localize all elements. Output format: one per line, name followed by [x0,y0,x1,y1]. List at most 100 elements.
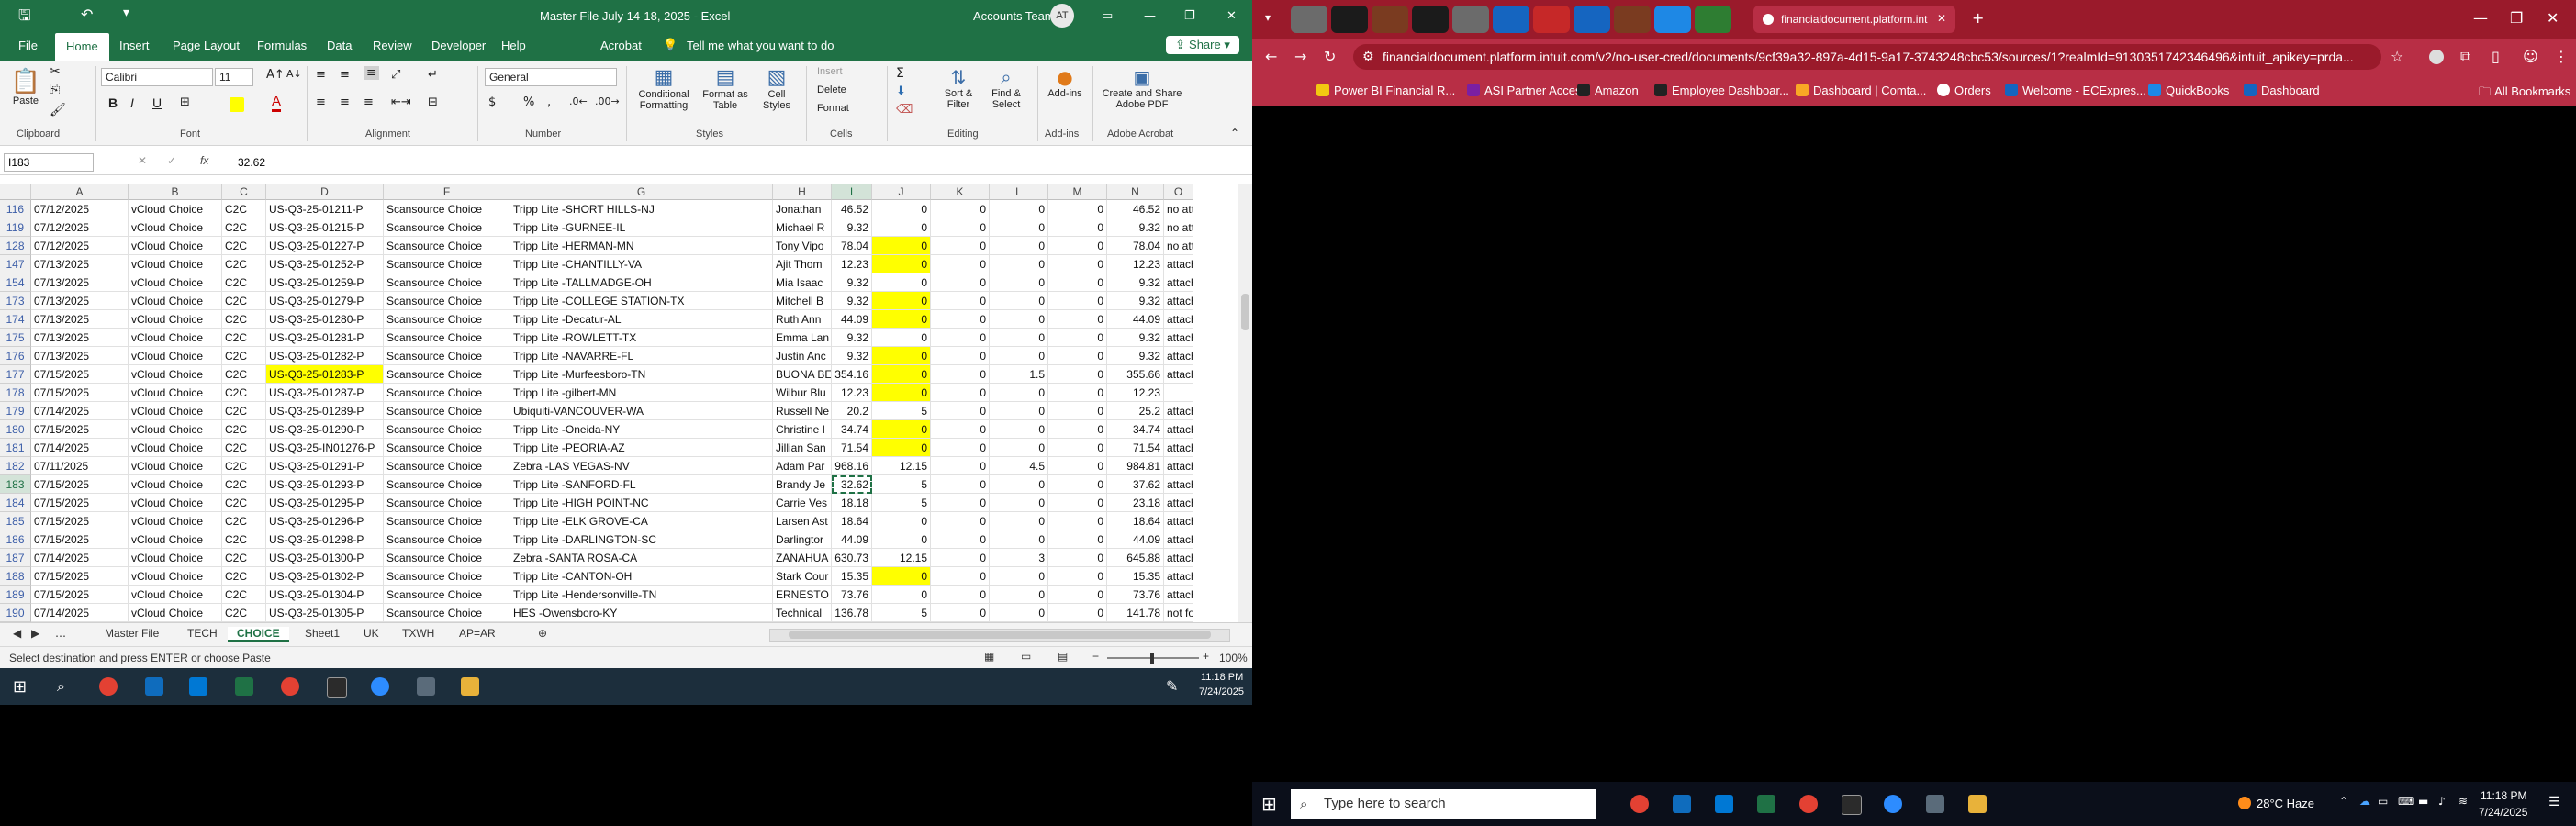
cell[interactable]: Tripp Lite -DARLINGTON-SC [510,530,773,549]
cell[interactable]: C2C [222,329,266,347]
cell[interactable]: C2C [222,255,266,273]
clear-icon[interactable]: ⌫ [896,103,913,117]
cell[interactable]: Tripp Lite -CHANTILLY-VA [510,255,773,273]
bookmark-quickbooks[interactable]: QuickBooks [2148,84,2229,97]
column-header-f[interactable]: F [384,184,510,200]
cell[interactable]: 3 [990,549,1048,567]
cell[interactable]: 1.5 [990,365,1048,384]
site-info-icon[interactable]: ⚙ [1362,44,1374,70]
cell[interactable]: 0 [931,439,990,457]
cell[interactable]: 0 [1048,200,1107,218]
cell[interactable]: C2C [222,512,266,530]
cell[interactable]: not found [1164,604,1193,622]
worksheet-grid[interactable]: A B C D F G H I J K L M N O 116 07/12/2025 vCloud Choice… [0,184,1238,622]
cell[interactable]: 0 [872,310,931,329]
taskbar-search[interactable]: ⌕ Type here to search [1291,789,1596,819]
column-header-n[interactable]: N [1107,184,1164,200]
cell[interactable]: 5 [872,494,931,512]
increase-font-icon[interactable]: A↑ [266,68,285,82]
cell[interactable]: 0 [872,530,931,549]
wifi-icon[interactable]: ≋ [2458,795,2468,808]
cell[interactable]: 0 [872,255,931,273]
cell[interactable]: 12.15 [872,549,931,567]
cell[interactable]: attachmen [1164,512,1193,530]
percent-icon[interactable]: % [523,95,534,109]
underline-button[interactable]: U [152,95,162,110]
edge-icon[interactable] [189,677,207,696]
cell[interactable]: Brandy Je [773,475,832,494]
cell[interactable]: 78.04 [1107,237,1164,255]
cell[interactable]: 0 [990,200,1048,218]
horizontal-scrollbar[interactable] [769,629,1230,642]
tab-page-layout[interactable]: Page Layout [167,39,245,52]
cell[interactable]: 07/14/2025 [31,604,129,622]
cell-styles-button[interactable]: ▧ Cell Styles [755,66,799,111]
cell[interactable]: vCloud Choice [129,292,222,310]
column-header-k[interactable]: K [931,184,990,200]
cell[interactable]: Scansource Choice [384,384,510,402]
bookmark-comta[interactable]: Dashboard | Comta... [1796,84,1926,97]
cell[interactable]: 20.2 [832,402,872,420]
cell[interactable]: 12.23 [832,384,872,402]
cell[interactable]: Scansource Choice [384,329,510,347]
cell[interactable]: US-Q3-25-01298-P [266,530,384,549]
pinned-tab[interactable] [1695,6,1731,33]
cell[interactable]: C2C [222,457,266,475]
cell[interactable]: 0 [1048,586,1107,604]
cell[interactable]: C2C [222,604,266,622]
row-header[interactable]: 119 [0,218,31,237]
cell[interactable]: 0 [1048,255,1107,273]
formula-input[interactable]: 32.62 [230,153,1248,172]
cell[interactable]: vCloud Choice [129,530,222,549]
all-bookmarks[interactable]: 🗀 All Bookmarks [2479,84,2570,104]
network-icon[interactable]: ⌨ [2398,795,2414,808]
cell[interactable]: 0 [1048,310,1107,329]
align-middle-icon[interactable]: ≡ [340,68,350,82]
close-tab-icon[interactable]: ✕ [1937,12,1946,25]
cell[interactable]: 0 [990,402,1048,420]
fill-color-icon[interactable] [230,97,244,112]
cell[interactable]: 0 [1048,457,1107,475]
tab-acrobat[interactable]: Acrobat [595,39,647,52]
cell[interactable]: 15.35 [832,567,872,586]
select-all-corner[interactable] [0,184,31,200]
cell[interactable]: 0 [1048,384,1107,402]
cell[interactable]: vCloud Choice [129,420,222,439]
cell[interactable]: Mitchell B [773,292,832,310]
cell[interactable]: ERNESTO [773,586,832,604]
taskbar-date[interactable]: 7/24/2025 [2479,806,2527,819]
row-header[interactable]: 147 [0,255,31,273]
cell[interactable]: 12.23 [1107,384,1164,402]
cell[interactable]: 07/13/2025 [31,329,129,347]
cell[interactable]: 07/12/2025 [31,237,129,255]
add-sheet-icon[interactable]: ⊕ [529,627,556,640]
number-format-dropdown[interactable]: General [485,68,617,86]
zoom-out-button[interactable]: − [1092,650,1099,663]
cell[interactable]: 0 [931,420,990,439]
account-name[interactable]: Accounts Team [973,9,1055,23]
cell[interactable]: C2C [222,347,266,365]
cell[interactable]: 32.62 [832,475,872,494]
cell[interactable]: Michael R [773,218,832,237]
cell[interactable]: 0 [990,329,1048,347]
cell[interactable]: attachmen [1164,439,1193,457]
cell[interactable]: 0 [931,604,990,622]
cell[interactable]: attachmen [1164,347,1193,365]
cell[interactable]: Scansource Choice [384,567,510,586]
row-header[interactable]: 173 [0,292,31,310]
sheet-tab-sheet1[interactable]: Sheet1 [296,627,349,640]
cell[interactable]: 0 [872,218,931,237]
cell[interactable]: 07/14/2025 [31,549,129,567]
cell[interactable]: 07/13/2025 [31,347,129,365]
vertical-scrollbar[interactable] [1238,184,1252,622]
cell[interactable]: vCloud Choice [129,310,222,329]
cell[interactable]: 0 [990,530,1048,549]
cell[interactable]: US-Q3-25-01227-P [266,237,384,255]
cell[interactable]: 34.74 [1107,420,1164,439]
cell[interactable]: 0 [931,494,990,512]
cell[interactable]: Scansource Choice [384,420,510,439]
sheet-tab-tech[interactable]: TECH [178,627,227,640]
cell[interactable]: 07/14/2025 [31,402,129,420]
column-header-l[interactable]: L [990,184,1048,200]
save-icon[interactable]: 🖫 [18,6,31,30]
